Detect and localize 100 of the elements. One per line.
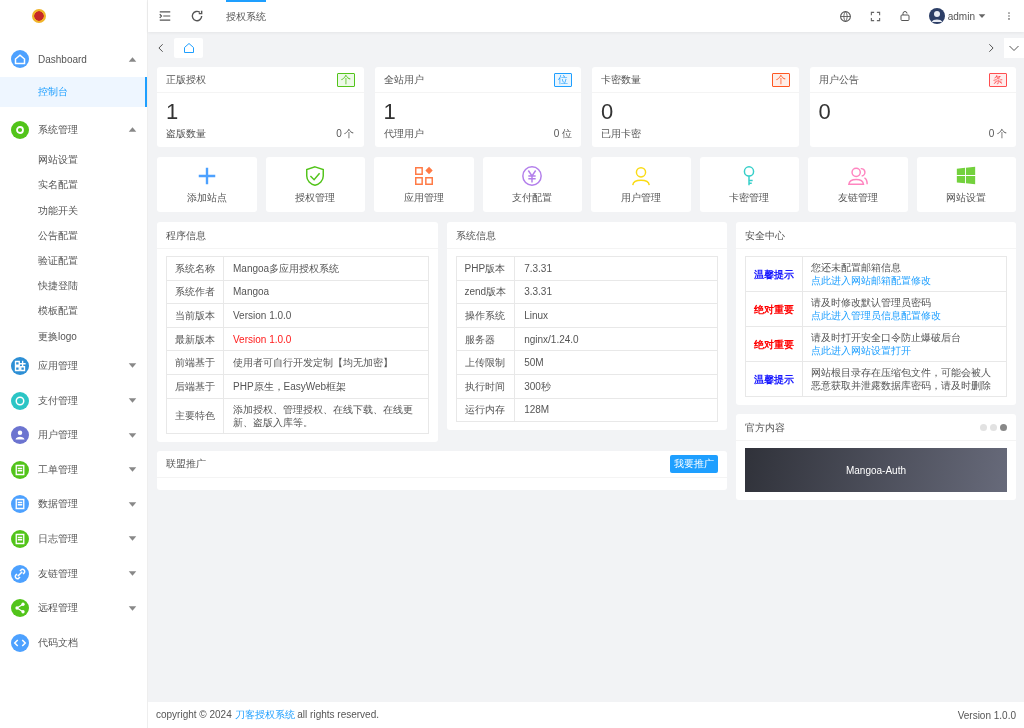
table-cell: 主要特色 bbox=[166, 398, 224, 434]
version-text: Version 1.0.0 bbox=[957, 709, 1016, 721]
sidebar-subitem[interactable]: 验证配置 bbox=[0, 247, 147, 274]
table-cell: Version 1.0.0 bbox=[223, 327, 428, 351]
sidebar-item[interactable]: 远程管理 bbox=[0, 590, 147, 626]
shortcut-tile[interactable]: 支付配置 bbox=[482, 157, 582, 212]
badge: 条 bbox=[989, 72, 1007, 87]
stat-value: 0 bbox=[601, 99, 615, 125]
shortcut-tile[interactable]: 网站设置 bbox=[916, 157, 1016, 212]
table-cell: Mangoa bbox=[223, 280, 428, 304]
carousel-dot[interactable] bbox=[1000, 423, 1007, 431]
table-cell: 当前版本 bbox=[166, 303, 224, 328]
sidebar-subitem[interactable]: 功能开关 bbox=[0, 197, 147, 223]
carousel-dot[interactable] bbox=[990, 423, 997, 431]
sidebar-item[interactable]: 数据管理 bbox=[0, 487, 147, 522]
table-cell: 服务器 bbox=[456, 327, 515, 351]
badge: 个 bbox=[336, 72, 355, 87]
fullscreen-icon[interactable] bbox=[869, 10, 881, 22]
table-cell: 系统作者 bbox=[166, 280, 224, 304]
sidebar-item[interactable]: 代码文档 bbox=[0, 625, 147, 661]
message-text: 请及时修改默认管理员密码 点此进入管理员信息配置修改 bbox=[811, 297, 941, 321]
table-cell: 温馨提示 bbox=[745, 361, 803, 397]
sidebar-subitem[interactable]: 网站设置 bbox=[0, 147, 147, 173]
table-cell: Version 1.0.0 bbox=[223, 303, 428, 328]
table-cell: PHP版本 bbox=[456, 256, 515, 281]
table-cell: 绝对重要 bbox=[745, 291, 803, 327]
table-cell: 50M bbox=[514, 350, 718, 375]
menu-icon[interactable] bbox=[158, 9, 172, 23]
shortcut-tile[interactable]: 用户管理 bbox=[591, 157, 691, 212]
panel-title: 官方内容 bbox=[745, 420, 785, 435]
sidebar-item[interactable]: 支付管理 bbox=[0, 383, 147, 418]
table-cell: 7.3.31 bbox=[514, 256, 718, 281]
message-text: 请及时打开安全口令防止爆破后台 点此进入网站设置打开 bbox=[811, 332, 961, 356]
stat-value: 1 bbox=[166, 99, 180, 125]
sidebar-item[interactable]: 友链管理 bbox=[0, 556, 147, 591]
table-cell: 添加授权、管理授权、在线下载、在线更新、盗版入库等。 bbox=[223, 398, 428, 434]
header-tab[interactable]: 授权系统 bbox=[226, 0, 266, 32]
stat-value: 0 bbox=[818, 99, 832, 125]
stat-count: 0 个 bbox=[988, 127, 1007, 141]
table-cell: 系统名称 bbox=[166, 256, 224, 281]
table-cell: 3.3.31 bbox=[514, 280, 718, 304]
refresh-icon[interactable] bbox=[190, 9, 204, 23]
avatar-icon bbox=[928, 8, 945, 24]
badge: 位 bbox=[554, 72, 572, 87]
user-menu[interactable]: admin bbox=[928, 8, 986, 24]
message-text: 网站根目录存在压缩包文件，可能会被人恶意获取并泄露数据库密码，请及时删除 bbox=[811, 367, 991, 391]
logo-icon bbox=[32, 9, 46, 23]
table-cell: 运行内存 bbox=[456, 398, 515, 422]
table-cell: PHP原生，EasyWeb框架 bbox=[223, 374, 428, 399]
stat-value: 1 bbox=[383, 99, 397, 125]
stat-label: 代理用户 bbox=[383, 127, 424, 141]
table-cell: 使用者可自行开发定制【均无加密】 bbox=[223, 350, 428, 375]
card-title: 全站用户 bbox=[383, 72, 424, 87]
table-cell: 操作系统 bbox=[456, 303, 515, 328]
table-cell: 执行时间 bbox=[456, 374, 515, 399]
table-cell: nginx/1.24.0 bbox=[514, 327, 718, 351]
stat-label: 盗版数量 bbox=[166, 127, 206, 141]
sidebar-item[interactable]: 系统管理 bbox=[0, 112, 147, 148]
table-cell: 温馨提示 bbox=[745, 256, 803, 292]
sidebar-item[interactable]: 用户管理 bbox=[0, 417, 147, 453]
caret-icon bbox=[978, 12, 986, 20]
table-cell: 上传限制 bbox=[456, 350, 515, 375]
table-cell: 最新版本 bbox=[166, 327, 224, 351]
table-cell: zend版本 bbox=[456, 280, 515, 304]
shortcut-tile[interactable]: 应用管理 bbox=[374, 157, 474, 212]
sidebar-item[interactable]: 工单管理 bbox=[0, 452, 147, 488]
panel-title: 联盟推广 bbox=[166, 457, 206, 472]
home-icon bbox=[182, 42, 195, 54]
panel-title: 程序信息 bbox=[157, 222, 438, 249]
tab-menu-button[interactable] bbox=[1004, 38, 1024, 58]
carousel-dot[interactable] bbox=[980, 423, 987, 431]
table-cell: 128M bbox=[514, 398, 718, 422]
message-text: 您还未配置邮箱信息 点此进入网站邮箱配置修改 bbox=[811, 262, 931, 286]
shortcut-tile[interactable]: 友链管理 bbox=[808, 157, 908, 212]
panel-title: 系统信息 bbox=[446, 222, 727, 249]
sidebar-subitem[interactable]: 更换logo bbox=[0, 323, 147, 349]
card-title: 卡密数量 bbox=[601, 72, 641, 87]
sidebar-subitem[interactable]: 模板配置 bbox=[0, 298, 147, 324]
table-cell: 300秒 bbox=[514, 374, 718, 399]
sidebar-item[interactable]: 日志管理 bbox=[0, 521, 147, 557]
sidebar-item[interactable]: 应用管理 bbox=[0, 348, 147, 384]
sidebar-subitem[interactable]: 快捷登陆 bbox=[0, 273, 147, 299]
badge: 个 bbox=[771, 72, 790, 87]
shortcut-tile[interactable]: 卡密管理 bbox=[699, 157, 799, 212]
banner: Mangoa-Auth bbox=[745, 448, 1007, 492]
sidebar-subitem[interactable]: 公告配置 bbox=[0, 222, 147, 248]
copyright-text: copyright © 2024 刀客授权系统 all rights reserved. bbox=[156, 708, 379, 722]
shortcut-tile[interactable]: 添加站点 bbox=[157, 157, 257, 212]
table-cell: 绝对重要 bbox=[745, 326, 803, 362]
sidebar-item[interactable]: Dashboard bbox=[0, 42, 147, 77]
sidebar-subitem[interactable]: 实名配置 bbox=[0, 172, 147, 198]
home-tab[interactable] bbox=[174, 38, 203, 58]
stat-count: 0 个 bbox=[336, 127, 355, 141]
shortcut-tile[interactable]: 授权管理 bbox=[265, 157, 365, 212]
card-title: 用户公告 bbox=[818, 72, 859, 87]
lock-icon[interactable] bbox=[898, 10, 911, 22]
table-cell: 前端基于 bbox=[166, 350, 224, 375]
globe-icon[interactable] bbox=[838, 9, 852, 23]
panel-title: 安全中心 bbox=[736, 222, 1016, 249]
stat-label: 已用卡密 bbox=[601, 127, 641, 141]
